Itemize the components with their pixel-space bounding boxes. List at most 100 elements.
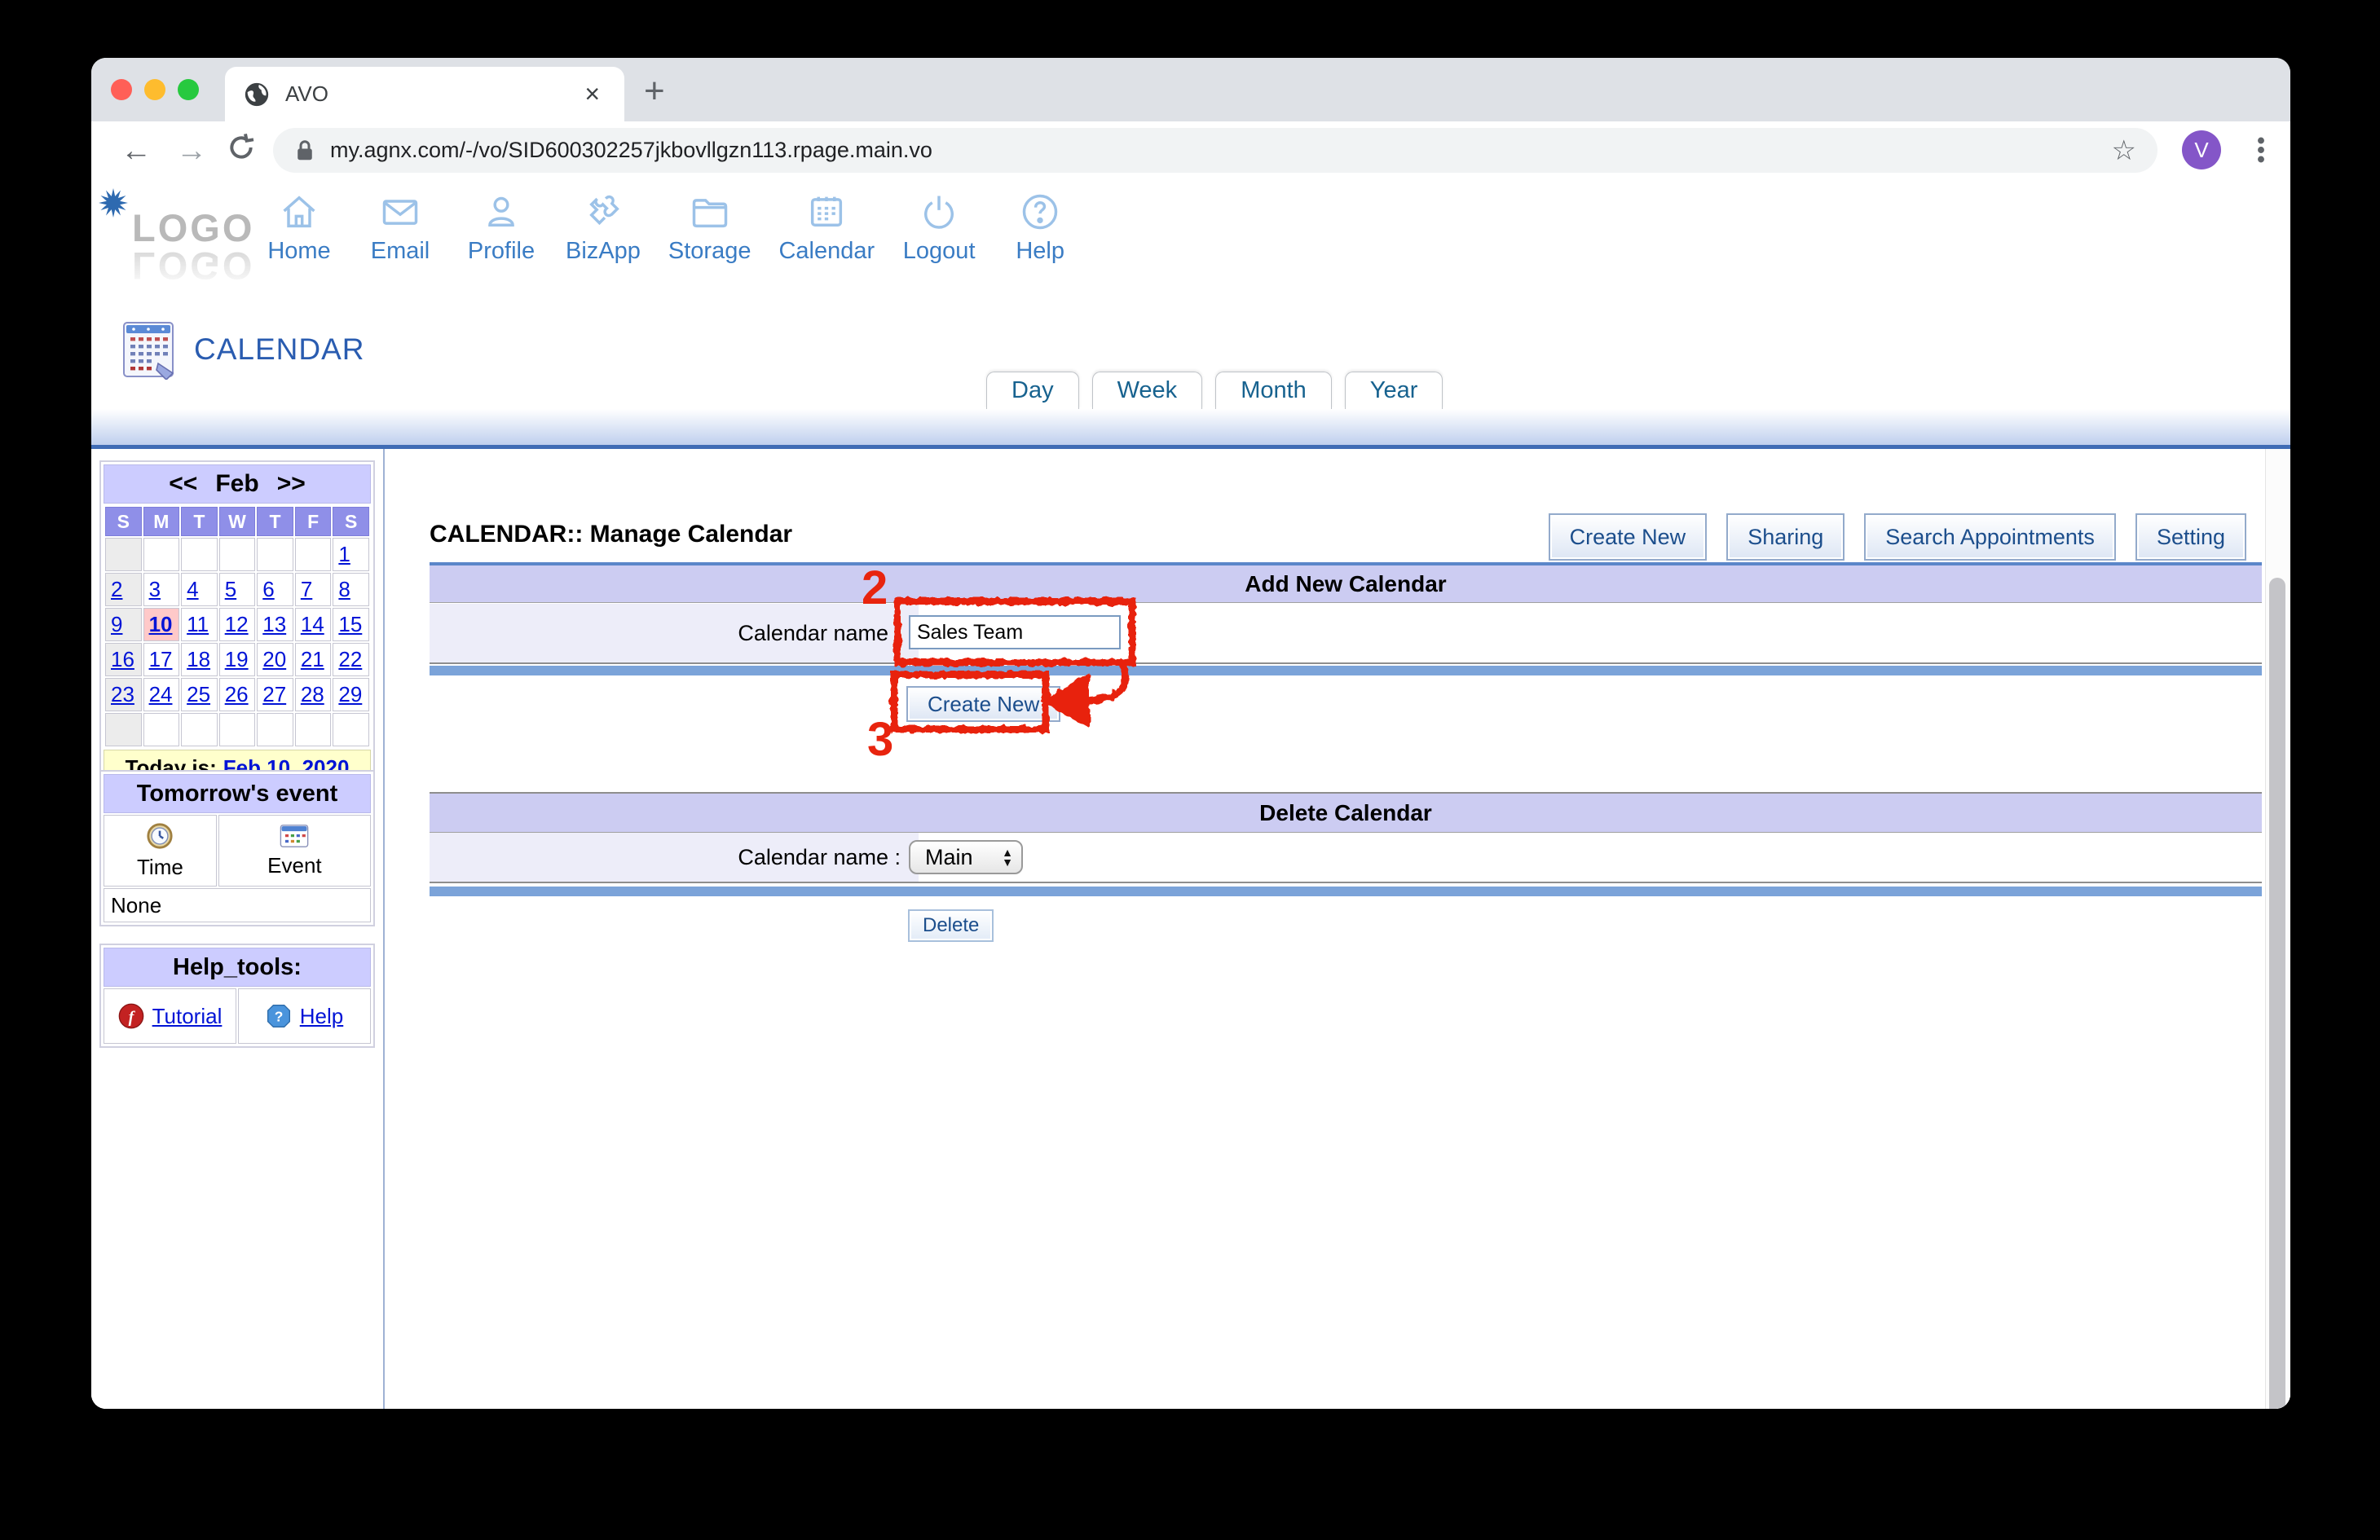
calendar-day bbox=[219, 538, 256, 571]
calendar-day bbox=[143, 713, 180, 746]
lock-icon bbox=[294, 139, 315, 163]
close-window-button[interactable] bbox=[111, 79, 132, 100]
calendar-day[interactable]: 3 bbox=[143, 573, 180, 606]
new-tab-button[interactable]: + bbox=[644, 71, 665, 112]
sharing-button[interactable]: Sharing bbox=[1726, 513, 1844, 561]
sidebar: << Feb >> S M T W T F S bbox=[91, 449, 385, 1409]
tomorrow-event-box: Tomorrow's event Time bbox=[99, 770, 375, 926]
tab-day[interactable]: Day bbox=[986, 372, 1079, 409]
tab-strip: AVO × + bbox=[91, 58, 2290, 121]
profile-icon bbox=[480, 191, 522, 233]
calendar-day[interactable]: 24 bbox=[143, 678, 180, 711]
reload-icon bbox=[225, 131, 258, 164]
calendar-day[interactable]: 14 bbox=[295, 608, 332, 641]
delete-submit-button[interactable]: Delete bbox=[908, 909, 994, 942]
calendar-day[interactable]: 20 bbox=[257, 643, 293, 676]
nav-item-email[interactable]: Email bbox=[364, 191, 437, 265]
calendar-day[interactable]: 16 bbox=[105, 643, 142, 676]
home-icon bbox=[278, 191, 320, 233]
calendar-day[interactable]: 29 bbox=[333, 678, 369, 711]
clock-icon bbox=[146, 822, 174, 850]
calendar-day bbox=[257, 538, 293, 571]
nav-item-bizapp[interactable]: BizApp bbox=[566, 191, 641, 265]
setting-button[interactable]: Setting bbox=[2135, 513, 2246, 561]
day-header: W bbox=[219, 507, 256, 536]
calendar-day[interactable]: 17 bbox=[143, 643, 180, 676]
help-link-cell[interactable]: ? Help bbox=[238, 988, 371, 1044]
calendar-day[interactable]: 5 bbox=[219, 573, 256, 606]
calendar-day bbox=[257, 713, 293, 746]
calendar-day[interactable]: 21 bbox=[295, 643, 332, 676]
help-link[interactable]: Help bbox=[300, 1004, 343, 1029]
back-button[interactable]: ← bbox=[121, 133, 152, 169]
tab-week[interactable]: Week bbox=[1092, 372, 1203, 409]
calendar-day[interactable]: 12 bbox=[219, 608, 256, 641]
tab-month[interactable]: Month bbox=[1215, 372, 1332, 409]
calendar-day bbox=[105, 713, 142, 746]
calendar-day[interactable]: 22 bbox=[333, 643, 369, 676]
month-label: Feb bbox=[215, 470, 258, 497]
add-calendar-section-header: Add New Calendar bbox=[430, 562, 2262, 603]
breadcrumb: CALENDAR:: Manage Calendar bbox=[430, 521, 792, 548]
logout-power-icon bbox=[918, 191, 960, 233]
calendar-day[interactable]: 18 bbox=[181, 643, 218, 676]
calendar-day[interactable]: 23 bbox=[105, 678, 142, 711]
calendar-day[interactable]: 9 bbox=[105, 608, 142, 641]
calendar-day[interactable]: 28 bbox=[295, 678, 332, 711]
page-scrollbar bbox=[2265, 449, 2290, 1409]
tutorial-link-cell[interactable]: f Tutorial bbox=[104, 988, 236, 1044]
tab-year[interactable]: Year bbox=[1345, 372, 1443, 409]
search-appointments-button[interactable]: Search Appointments bbox=[1864, 513, 2116, 561]
nav-item-calendar[interactable]: Calendar bbox=[778, 191, 875, 265]
calendar-day[interactable]: 13 bbox=[257, 608, 293, 641]
calendar-day[interactable]: 2 bbox=[105, 573, 142, 606]
nav-item-help[interactable]: Help bbox=[1003, 191, 1077, 265]
calendar-select[interactable]: Main ▲▼ bbox=[909, 840, 1023, 874]
day-header: S bbox=[105, 507, 142, 536]
bookmark-star-icon[interactable]: ☆ bbox=[2112, 134, 2136, 167]
day-header: S bbox=[333, 507, 369, 536]
calendar-day[interactable]: 7 bbox=[295, 573, 332, 606]
nav-item-storage[interactable]: Storage bbox=[668, 191, 751, 265]
calendar-day-today[interactable]: 10 bbox=[143, 608, 180, 641]
calendar-day[interactable]: 26 bbox=[219, 678, 256, 711]
calendar-day[interactable]: 6 bbox=[257, 573, 293, 606]
calendar-day[interactable]: 25 bbox=[181, 678, 218, 711]
browser-toolbar: ← → my.agnx.com/-/vo/SID600302257jkbovll… bbox=[91, 121, 2290, 180]
minimize-window-button[interactable] bbox=[144, 79, 165, 100]
help-tool-icon: ? bbox=[266, 1003, 292, 1029]
create-new-toolbar-button[interactable]: Create New bbox=[1549, 513, 1708, 561]
calendar-day bbox=[295, 713, 332, 746]
calendar-day[interactable]: 27 bbox=[257, 678, 293, 711]
browser-tab[interactable]: AVO × bbox=[225, 67, 624, 121]
calendar-day bbox=[181, 713, 218, 746]
calendar-day bbox=[181, 538, 218, 571]
calendar-name-input[interactable] bbox=[909, 615, 1121, 649]
zoom-window-button[interactable] bbox=[178, 79, 199, 100]
nav-item-logout[interactable]: Logout bbox=[902, 191, 976, 265]
help-tools-title: Help_tools: bbox=[104, 948, 371, 987]
nav-item-profile[interactable]: Profile bbox=[465, 191, 538, 265]
create-new-submit-button[interactable]: Create New bbox=[906, 686, 1060, 722]
calendar-day[interactable]: 4 bbox=[181, 573, 218, 606]
calendar-day[interactable]: 19 bbox=[219, 643, 256, 676]
calendar-day[interactable]: 11 bbox=[181, 608, 218, 641]
browser-menu-button[interactable] bbox=[2245, 131, 2277, 173]
scrollbar-thumb[interactable] bbox=[2269, 578, 2285, 1409]
reload-button[interactable] bbox=[225, 131, 258, 172]
calendar-day[interactable]: 15 bbox=[333, 608, 369, 641]
calendar-day bbox=[333, 713, 369, 746]
calendar-day[interactable]: 8 bbox=[333, 573, 369, 606]
close-tab-icon[interactable]: × bbox=[578, 79, 606, 109]
window-controls bbox=[111, 79, 199, 100]
tutorial-link[interactable]: Tutorial bbox=[152, 1004, 223, 1029]
next-month-button[interactable]: >> bbox=[277, 470, 306, 497]
prev-month-button[interactable]: << bbox=[169, 470, 197, 497]
main-panel: CALENDAR:: Manage Calendar Create New Sh… bbox=[385, 449, 2266, 1409]
nav-item-home[interactable]: Home bbox=[262, 191, 336, 265]
calendar-day[interactable]: 1 bbox=[333, 538, 369, 571]
profile-avatar[interactable]: V bbox=[2182, 130, 2221, 169]
forward-button[interactable]: → bbox=[176, 133, 207, 169]
address-bar[interactable]: my.agnx.com/-/vo/SID600302257jkbovllgzn1… bbox=[273, 128, 2157, 173]
tomorrow-event-cell: Event bbox=[218, 815, 371, 887]
